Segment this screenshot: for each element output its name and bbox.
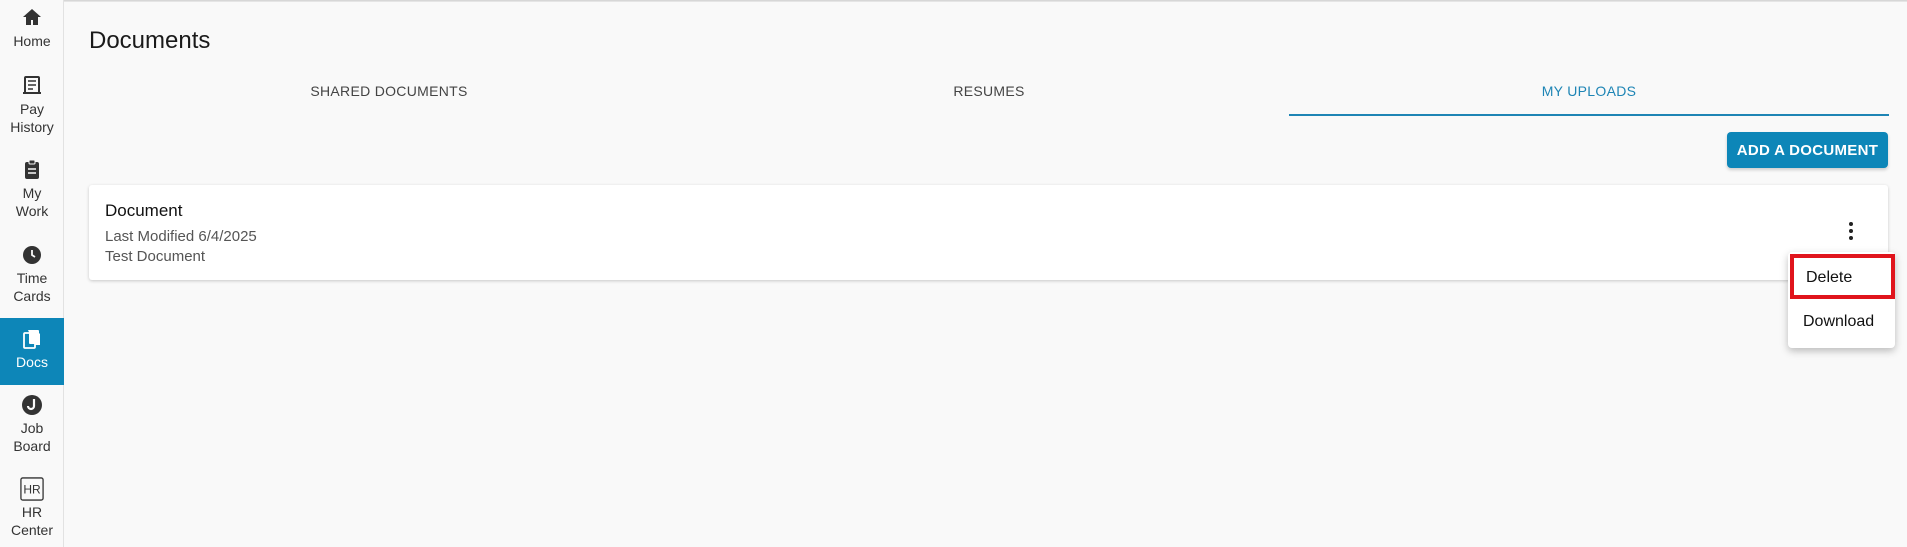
- sidebar-item-time-cards[interactable]: Time Cards: [0, 243, 64, 305]
- sidebar-item-label: HR Center: [10, 504, 54, 538]
- document-title: Document: [105, 201, 183, 220]
- document-card[interactable]: Document Last Modified 6/4/2025 Test Doc…: [89, 185, 1888, 280]
- sidebar-item-label: Pay History: [10, 101, 54, 135]
- sidebar-item-docs[interactable]: Docs: [0, 318, 64, 385]
- sidebar: Home Pay History My Work Time Cards Docs…: [0, 0, 64, 547]
- sidebar-item-home[interactable]: Home: [0, 6, 64, 54]
- tab-bar: SHARED DOCUMENTS RESUMES MY UPLOADS: [89, 78, 1889, 116]
- job-board-icon: [22, 395, 42, 415]
- sidebar-item-label: Home: [13, 33, 51, 49]
- more-options-icon[interactable]: [1841, 219, 1861, 243]
- tab-my-uploads[interactable]: MY UPLOADS: [1289, 78, 1889, 116]
- clipboard-icon: [25, 159, 39, 179]
- menu-item-delete[interactable]: Delete: [1790, 254, 1895, 299]
- sidebar-item-hr-center[interactable]: HR HR Center: [0, 477, 64, 539]
- add-document-button[interactable]: ADD A DOCUMENT: [1727, 132, 1888, 168]
- tab-resumes[interactable]: RESUMES: [689, 78, 1289, 116]
- document-actions-menu: Delete Download: [1788, 252, 1895, 348]
- sidebar-item-label: Docs: [16, 354, 48, 370]
- svg-text:HR: HR: [23, 483, 41, 497]
- menu-item-download[interactable]: Download: [1788, 302, 1895, 342]
- page-title: Documents: [89, 27, 211, 54]
- sidebar-item-label: Job Board: [13, 420, 51, 454]
- sidebar-item-label: My Work: [15, 185, 49, 219]
- document-description: Test Document: [105, 248, 206, 265]
- documents-icon: [23, 330, 40, 349]
- sidebar-item-my-work[interactable]: My Work: [0, 158, 64, 220]
- sidebar-item-pay-history[interactable]: Pay History: [0, 74, 64, 136]
- sidebar-item-label: Time Cards: [13, 270, 51, 304]
- tab-shared-documents[interactable]: SHARED DOCUMENTS: [89, 78, 689, 116]
- hr-icon: HR: [20, 477, 44, 501]
- home-icon: [23, 9, 41, 25]
- top-shadow-line: [0, 0, 1907, 2]
- document-modified-date: Last Modified 6/4/2025: [105, 228, 257, 245]
- receipt-icon: [23, 76, 41, 94]
- sidebar-item-job-board[interactable]: Job Board: [0, 393, 64, 455]
- clock-icon: [23, 246, 41, 264]
